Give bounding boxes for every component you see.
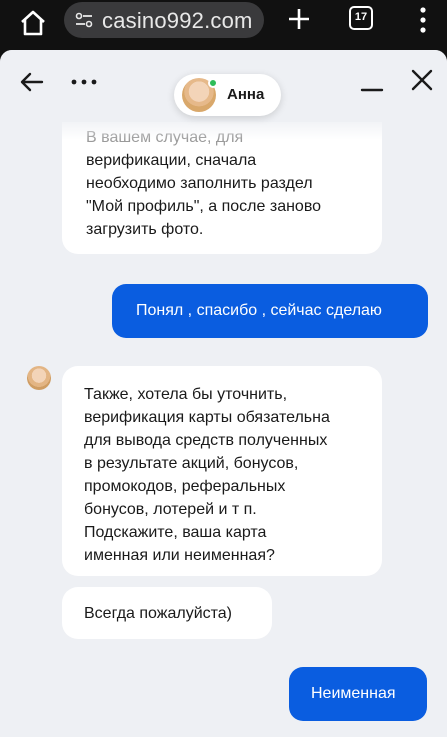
message-line: Подскажите, ваша карта [84,524,267,541]
more-horiz-icon[interactable] [70,72,98,92]
chat-message-agent: В вашем случае, для верификации, сначала… [62,104,382,254]
browser-toolbar: casino992.com 17 [0,0,447,46]
chat-message-user: Неименная [289,667,427,721]
message-line: загрузить фото. [86,221,204,238]
chat-message-agent: Также, хотела бы уточнить, верификация к… [62,366,382,576]
message-line: в результате акций, бонусов, [84,455,299,472]
message-line: бонусов, лотерей и т п. [84,501,257,518]
message-line: для вывода средств полученных [84,432,328,449]
more-vert-icon[interactable] [418,6,428,34]
message-line: верификация карты обязательна [84,409,330,426]
new-tab-icon[interactable] [286,6,312,32]
message-line: "Мой профиль", а после заново [86,198,322,215]
online-status-indicator [208,78,218,88]
site-settings-icon[interactable] [74,10,94,30]
tab-switcher-button[interactable]: 17 [349,6,373,30]
chat-window: В вашем случае, для верификации, сначала… [0,50,447,737]
message-line: промокодов, реферальных [84,478,286,495]
agent-badge: Анна [174,74,281,116]
message-line: Понял , спасибо , сейчас сделаю [136,302,382,319]
message-line: необходимо заполнить раздел [86,175,313,192]
minimize-icon[interactable] [360,78,384,98]
address-bar[interactable]: casino992.com [64,2,264,38]
message-line: верификации, сначала [86,152,257,169]
close-icon[interactable] [410,68,434,92]
message-line: В вашем случае, для [86,129,244,146]
message-line: именная или неименная? [84,547,275,564]
message-line: Всегда пожалуйста) [84,605,232,622]
chat-message-user: Понял , спасибо , сейчас сделаю [112,284,428,338]
chat-message-agent: Всегда пожалуйста) [62,587,272,639]
url-text: casino992.com [102,8,253,33]
agent-avatar [27,366,51,390]
home-icon[interactable] [18,8,48,38]
message-line: Неименная [311,685,396,702]
agent-name: Анна [227,86,265,103]
back-arrow-icon[interactable] [18,68,46,96]
message-line: Также, хотела бы уточнить, [84,386,288,403]
